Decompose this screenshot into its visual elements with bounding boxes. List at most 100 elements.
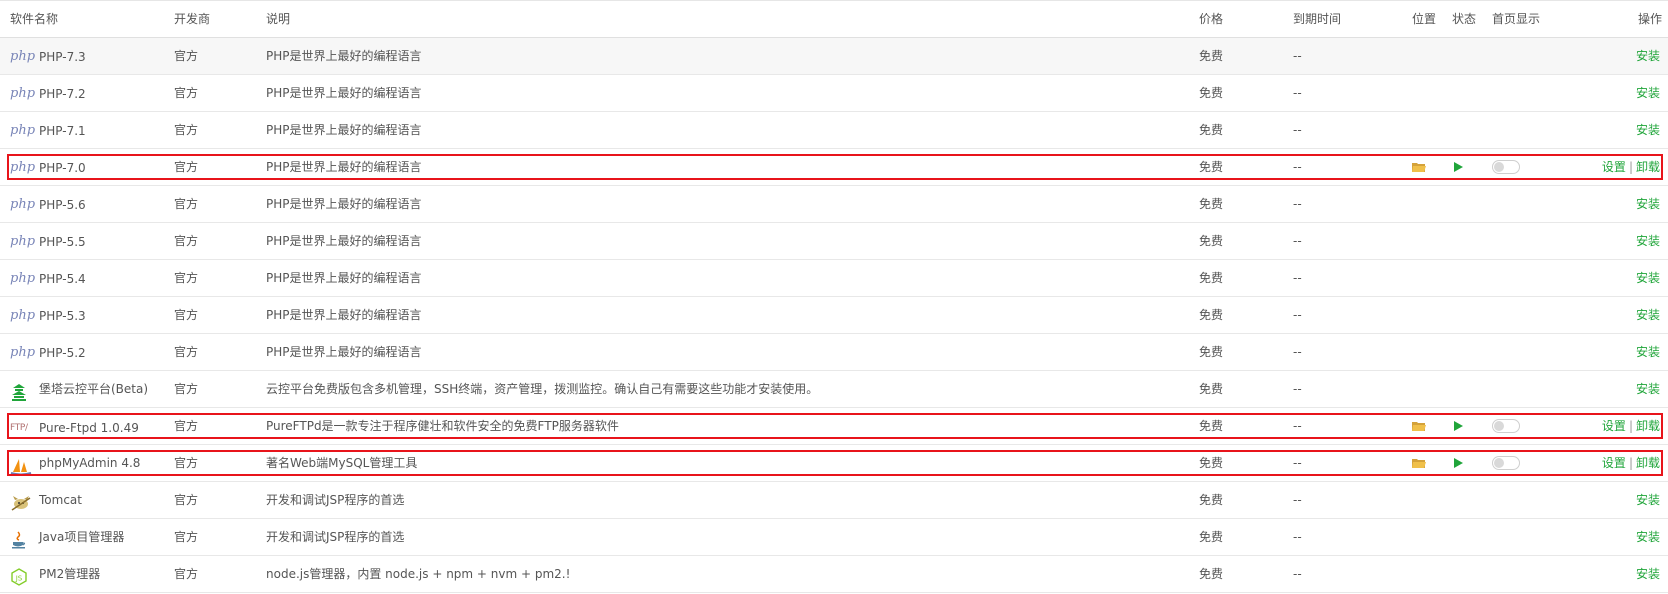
install-link[interactable]: 安装 (1636, 345, 1660, 359)
software-table: 软件名称 开发商 说明 价格 到期时间 位置 状态 首页显示 操作 php PHP… (0, 0, 1668, 593)
software-name: Tomcat (39, 493, 82, 507)
price-cell: 免费 (1199, 308, 1224, 322)
install-link[interactable]: 安装 (1636, 86, 1660, 100)
price-cell: 免费 (1199, 197, 1224, 211)
settings-link[interactable]: 设置 (1602, 160, 1626, 174)
software-name-cell: Tomcat (10, 482, 170, 518)
price-cell: 免费 (1199, 123, 1224, 137)
price-cell: 免费 (1199, 345, 1224, 359)
software-name: PM2管理器 (39, 567, 101, 581)
folder-icon[interactable] (1412, 420, 1426, 435)
install-link[interactable]: 安装 (1636, 567, 1660, 581)
install-link[interactable]: 安装 (1636, 197, 1660, 211)
header-price[interactable]: 价格 (1199, 1, 1259, 37)
software-name: PHP-5.6 (39, 198, 86, 212)
price-cell: 免费 (1199, 49, 1224, 63)
folder-icon[interactable] (1412, 161, 1426, 176)
header-location: 位置 (1412, 12, 1437, 26)
expiry-cell: -- (1293, 530, 1302, 544)
play-icon[interactable] (1452, 420, 1464, 435)
developer-cell: 官方 (174, 567, 199, 581)
description-cell: PHP是世界上最好的编程语言 (266, 345, 422, 359)
homepage-toggle[interactable] (1492, 419, 1520, 433)
header-name[interactable]: 软件名称 (10, 1, 170, 37)
row-actions: 安装 (1636, 260, 1660, 296)
settings-link[interactable]: 设置 (1602, 456, 1626, 470)
row-actions: 安装 (1636, 38, 1660, 74)
php-logo-icon: php (10, 271, 36, 286)
header-developer: 开发商 (174, 12, 211, 26)
row-actions: 安装 (1636, 75, 1660, 111)
install-link[interactable]: 安装 (1636, 493, 1660, 507)
price-cell: 免费 (1199, 160, 1224, 174)
install-link[interactable]: 安装 (1636, 234, 1660, 248)
install-link[interactable]: 安装 (1636, 123, 1660, 137)
settings-link[interactable]: 设置 (1602, 419, 1626, 433)
install-link[interactable]: 安装 (1636, 308, 1660, 322)
description-cell: PureFTPd是一款专注于程序健壮和软件安全的免费FTP服务器软件 (266, 419, 619, 433)
software-name: 堡塔云控平台(Beta) (39, 382, 149, 396)
header-expiry: 到期时间 (1293, 12, 1342, 26)
expiry-cell: -- (1293, 382, 1302, 396)
description-cell: PHP是世界上最好的编程语言 (266, 197, 422, 211)
action-separator: | (1628, 419, 1633, 433)
software-name-cell: php PHP-7.2 (10, 75, 170, 111)
play-icon[interactable] (1452, 161, 1464, 176)
expiry-cell: -- (1293, 456, 1302, 470)
header-homepage: 首页显示 (1492, 12, 1541, 26)
install-link[interactable]: 安装 (1636, 49, 1660, 63)
expiry-cell: -- (1293, 567, 1302, 581)
description-cell: PHP是世界上最好的编程语言 (266, 308, 422, 322)
software-name-cell: php PHP-5.5 (10, 223, 170, 259)
row-actions: 设置 | 卸载 (1602, 408, 1660, 444)
developer-cell: 官方 (174, 197, 199, 211)
php-logo-icon: php (10, 197, 36, 212)
uninstall-link[interactable]: 卸载 (1636, 456, 1660, 470)
play-icon[interactable] (1452, 457, 1464, 472)
expiry-cell: -- (1293, 308, 1302, 322)
software-name: PHP-5.5 (39, 235, 86, 249)
table-row: FTP/Pure-Ftpd 1.0.49 官方 PureFTPd是一款专注于程序健壮… (0, 408, 1668, 445)
row-actions: 安装 (1636, 482, 1660, 518)
software-name: PHP-7.0 (39, 161, 86, 175)
software-name: phpMyAdmin 4.8 (39, 456, 141, 470)
developer-cell: 官方 (174, 86, 199, 100)
price-cell: 免费 (1199, 493, 1224, 507)
uninstall-link[interactable]: 卸载 (1636, 160, 1660, 174)
software-name-cell: Java项目管理器 (10, 519, 170, 555)
table-row: php PHP-5.6 官方 PHP是世界上最好的编程语言 免费 -- 安装 (0, 186, 1668, 223)
php-logo-icon: php (10, 160, 36, 175)
table-row: php PHP-5.3 官方 PHP是世界上最好的编程语言 免费 -- 安装 (0, 297, 1668, 334)
tomcat-icon (10, 490, 34, 511)
software-name: PHP-5.3 (39, 309, 86, 323)
install-link[interactable]: 安装 (1636, 271, 1660, 285)
description-cell: PHP是世界上最好的编程语言 (266, 271, 422, 285)
description-cell: 云控平台免费版包含多机管理，SSH终端，资产管理，拨测监控。确认自己有需要这些功… (266, 382, 819, 396)
homepage-toggle[interactable] (1492, 456, 1520, 470)
description-cell: PHP是世界上最好的编程语言 (266, 86, 422, 100)
description-cell: 开发和调试JSP程序的首选 (266, 493, 405, 507)
software-name: Java项目管理器 (39, 530, 125, 544)
expiry-cell: -- (1293, 345, 1302, 359)
homepage-toggle[interactable] (1492, 160, 1520, 174)
software-name-cell: php PHP-7.3 (10, 38, 170, 74)
expiry-cell: -- (1293, 160, 1302, 174)
ftp-logo-icon: FTP/ (10, 423, 28, 433)
software-name: PHP-7.3 (39, 50, 86, 64)
price-cell: 免费 (1199, 419, 1224, 433)
developer-cell: 官方 (174, 493, 199, 507)
install-link[interactable]: 安装 (1636, 382, 1660, 396)
uninstall-link[interactable]: 卸载 (1636, 419, 1660, 433)
nodejs-hex-icon: JS (10, 564, 34, 586)
row-actions: 设置 | 卸载 (1602, 149, 1660, 185)
action-separator: | (1628, 160, 1633, 174)
install-link[interactable]: 安装 (1636, 530, 1660, 544)
description-cell: 著名Web端MySQL管理工具 (266, 456, 418, 470)
software-name-cell: phpMyAdmin 4.8 (10, 445, 170, 481)
toggle-knob (1494, 162, 1504, 172)
row-actions: 安装 (1636, 112, 1660, 148)
software-name-cell: php PHP-7.1 (10, 112, 170, 148)
folder-icon[interactable] (1412, 457, 1426, 472)
header-description: 说明 (266, 12, 291, 26)
row-actions: 安装 (1636, 334, 1660, 370)
